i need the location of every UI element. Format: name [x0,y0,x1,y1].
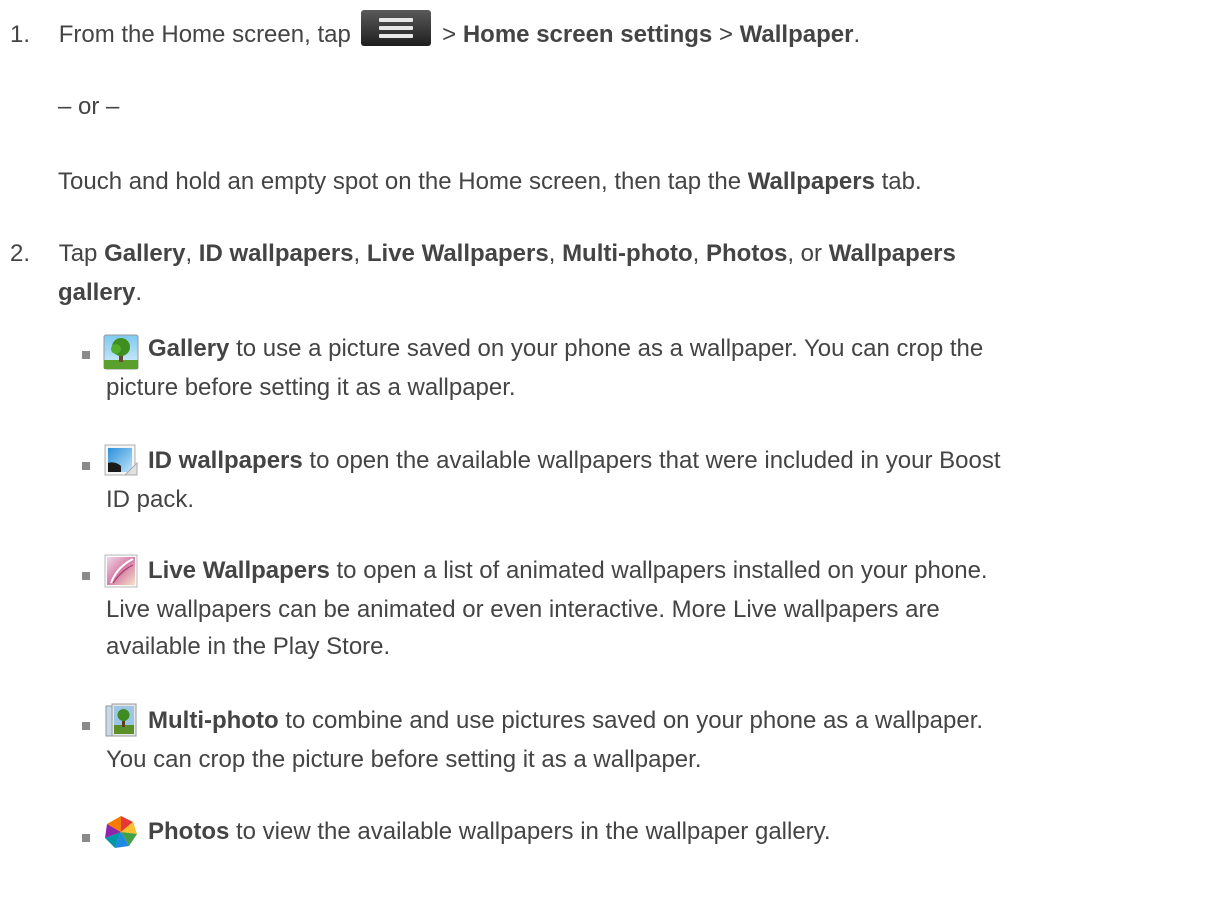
live-wallpapers-label: Live Wallpapers [366,240,549,267]
bullet-photos: Photos to view the available wallpapers … [148,814,831,849]
gallery-icon [103,334,139,370]
separator: > [442,21,457,48]
comma: , [353,240,361,267]
step-number: 1. [10,21,31,48]
id-wallpapers-icon [104,444,138,476]
or-divider: – or – [58,93,120,120]
bullet-live-wallpapers-cont-1: Live wallpapers can be animated or even … [106,596,940,623]
comma: , [185,240,193,267]
tap-text: Tap [58,240,98,267]
period: . [135,279,143,306]
bullet-title: Photos [148,818,230,845]
bullet-title: Live Wallpapers [148,557,330,584]
bullet-title: Multi-photo [148,707,279,734]
bullet [82,462,90,470]
bullet [82,572,90,580]
bullet-text: to use a picture saved on your phone as … [236,335,984,362]
photos-label: Photos [706,240,788,267]
bullet-text: to open a list of animated wallpapers in… [336,557,988,584]
bullet-gallery-cont: picture before setting it as a wallpaper… [106,374,516,401]
bullet [82,351,90,359]
id-wallpapers-label: ID wallpapers [198,240,354,267]
wallpapers-tab-label: Wallpapers [747,168,875,195]
bullet-live-wallpapers: Live Wallpapers to open a list of animat… [148,553,988,588]
wallpaper-label: Wallpaper [739,21,854,48]
live-wallpapers-icon [104,554,138,588]
menu-icon [361,10,432,46]
step-2: 2. Tap Gallery, ID wallpapers, Live Wall… [10,236,956,271]
bullet-text: to open the available wallpapers that we… [309,447,1001,474]
step-2-continued: gallery. [58,275,142,310]
comma: , [692,240,700,267]
period: . [853,21,861,48]
bullet-multi-photo-cont: You can crop the picture before setting … [106,746,702,773]
bullet-gallery: Gallery to use a picture saved on your p… [148,331,983,366]
multi-photo-label: Multi-photo [562,240,693,267]
bullet [82,834,90,842]
separator: > [718,21,733,48]
photos-icon [105,816,137,848]
alt-text-end: tab. [881,168,922,195]
alt-text: Touch and hold an empty spot on the Home… [58,168,742,195]
home-screen-settings-label: Home screen settings [462,21,713,48]
bullet-title: ID wallpapers [148,447,303,474]
step-1: 1. From the Home screen, tap > Home scre… [10,10,860,52]
bullet [82,722,90,730]
bullet-id-wallpapers-cont: ID pack. [106,486,195,513]
gallery-label: Gallery [104,240,186,267]
bullet-id-wallpapers: ID wallpapers to open the available wall… [148,443,1001,478]
gallery-label-2: gallery [58,279,136,306]
bullet-live-wallpapers-cont-2: available in the Play Store. [106,633,391,660]
or-text: , or [787,240,823,267]
alternative-instruction: Touch and hold an empty spot on the Home… [58,164,922,199]
bullet-title: Gallery [148,335,230,362]
step-1-text: From the Home screen, tap [58,21,351,48]
comma: , [548,240,556,267]
bullet-text: to combine and use pictures saved on you… [285,707,984,734]
step-number: 2. [10,240,31,267]
bullet-multi-photo: Multi-photo to combine and use pictures … [148,703,983,738]
bullet-text: to view the available wallpapers in the … [236,818,831,845]
multi-photo-icon [105,703,137,737]
wallpapers-label: Wallpapers [828,240,956,267]
